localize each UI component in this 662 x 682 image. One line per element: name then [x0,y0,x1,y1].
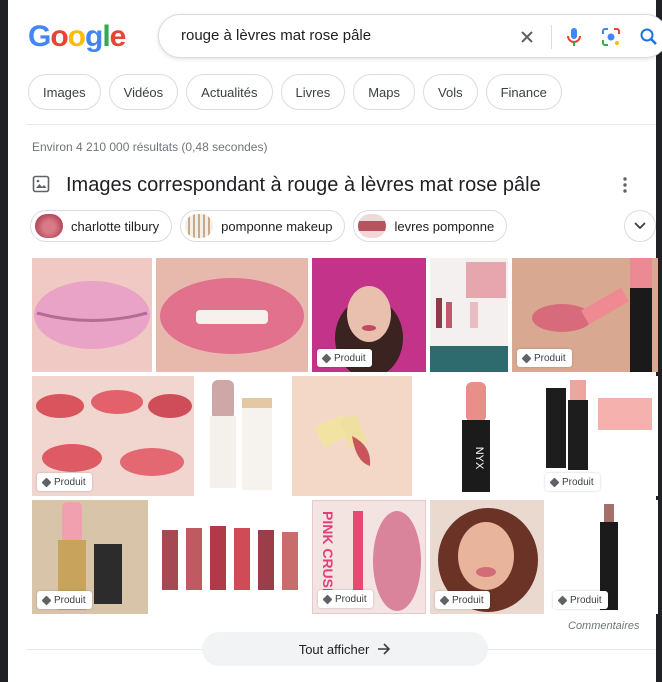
images-header: Images correspondant à rouge à lèvres ma… [32,172,632,202]
tag-icon [321,353,332,363]
product-tag: Produit [553,591,608,609]
tag-icon [41,477,52,487]
product-tag-label: Produit [534,352,566,364]
tag-icon [521,353,532,363]
image-result[interactable]: PINK CRUSH Produit [312,500,426,614]
product-tag-label: Produit [334,352,366,364]
product-tag-label: Produit [452,594,484,606]
result-stats: Environ 4 210 000 résultats (0,48 second… [32,140,268,154]
lens-icon[interactable] [599,25,623,49]
filter-flights[interactable]: Vols [423,74,478,110]
search-box[interactable]: rouge à lèvres mat rose pâle [158,14,662,58]
image-result[interactable]: Produit [32,500,148,614]
logo-letter: g [85,20,103,53]
filter-maps[interactable]: Maps [353,74,416,110]
search-input[interactable]: rouge à lèvres mat rose pâle [181,27,371,44]
suggestion-thumbnail [358,214,387,238]
tag-icon [41,595,52,605]
image-result[interactable]: Produit [430,500,544,614]
filter-books[interactable]: Livres [280,74,346,110]
tag-icon [322,594,333,604]
image-result[interactable]: Produit [540,376,658,496]
product-tag: Produit [545,473,600,491]
image-result[interactable] [292,376,412,496]
image-result[interactable] [152,500,308,614]
image-result[interactable] [198,376,288,496]
suggestion-label: charlotte tilbury [71,218,160,234]
image-result[interactable]: NYX [416,376,536,496]
filter-news[interactable]: Actualités [186,74,273,110]
clear-icon[interactable] [515,25,539,49]
more-vert-icon[interactable] [622,176,628,199]
image-result[interactable] [32,258,152,372]
tag-icon [557,595,568,605]
product-tag-label: Produit [54,594,86,606]
logo-letter: o [50,20,68,53]
mic-icon[interactable] [562,25,586,49]
image-result[interactable]: Produit [512,258,658,372]
tag-icon [439,595,450,605]
search-divider [551,25,552,49]
product-tag-label: Produit [562,476,594,488]
filter-finance[interactable]: Finance [485,74,562,110]
feedback-link[interactable]: Commentaires [568,620,640,632]
product-tag: Produit [318,590,373,608]
show-all-button[interactable]: Tout afficher [202,632,488,666]
image-result[interactable] [156,258,308,372]
header-divider [26,124,656,125]
product-tag-label: Produit [335,593,367,605]
filter-images[interactable]: Images [28,74,101,110]
expand-suggestions-button[interactable] [624,210,656,242]
results-panel: Google rouge à lèvres mat rose pâle Imag… [8,0,662,682]
suggestion-chip[interactable]: pomponne makeup [180,210,346,242]
logo-letter: o [67,20,86,53]
filter-tabs: Images Vidéos Actualités Livres Maps Vol… [28,74,562,110]
image-result[interactable] [430,258,508,372]
product-tag-label: Produit [570,594,602,606]
image-result[interactable]: Produit [32,376,194,496]
product-tag: Produit [517,349,572,367]
search-icon[interactable] [637,25,661,49]
suggestion-chip[interactable]: charlotte tilbury [30,210,173,242]
google-logo[interactable]: Google [28,20,127,54]
filter-videos[interactable]: Vidéos [108,74,179,110]
logo-letter: G [28,20,51,53]
logo-letter: e [109,20,127,53]
logo-letter: l [102,20,110,53]
suggestion-label: levres pomponne [394,218,495,234]
svg-text:NYX: NYX [473,447,485,470]
product-tag: Produit [37,591,92,609]
image-icon [32,175,50,198]
image-result[interactable]: Produit [312,258,426,372]
product-tag: Produit [317,349,372,367]
chevron-down-icon [634,222,646,230]
tag-icon [549,477,560,487]
suggestion-chip[interactable]: levres pomponne [353,210,508,242]
images-title[interactable]: Images correspondant à rouge à lèvres ma… [66,174,541,197]
image-result[interactable]: Produit [548,500,658,614]
suggestion-label: pomponne makeup [221,218,333,234]
svg-text:PINK CRUSH: PINK CRUSH [320,511,336,598]
product-tag-label: Produit [54,476,86,488]
show-all-label: Tout afficher [298,641,370,657]
arrow-right-icon [378,643,391,655]
suggestion-thumbnail [35,214,63,238]
image-suggestions: charlotte tilbury pomponne makeup levres… [30,210,508,242]
product-tag: Produit [37,473,92,491]
product-tag: Produit [435,591,490,609]
suggestion-thumbnail [185,214,214,238]
